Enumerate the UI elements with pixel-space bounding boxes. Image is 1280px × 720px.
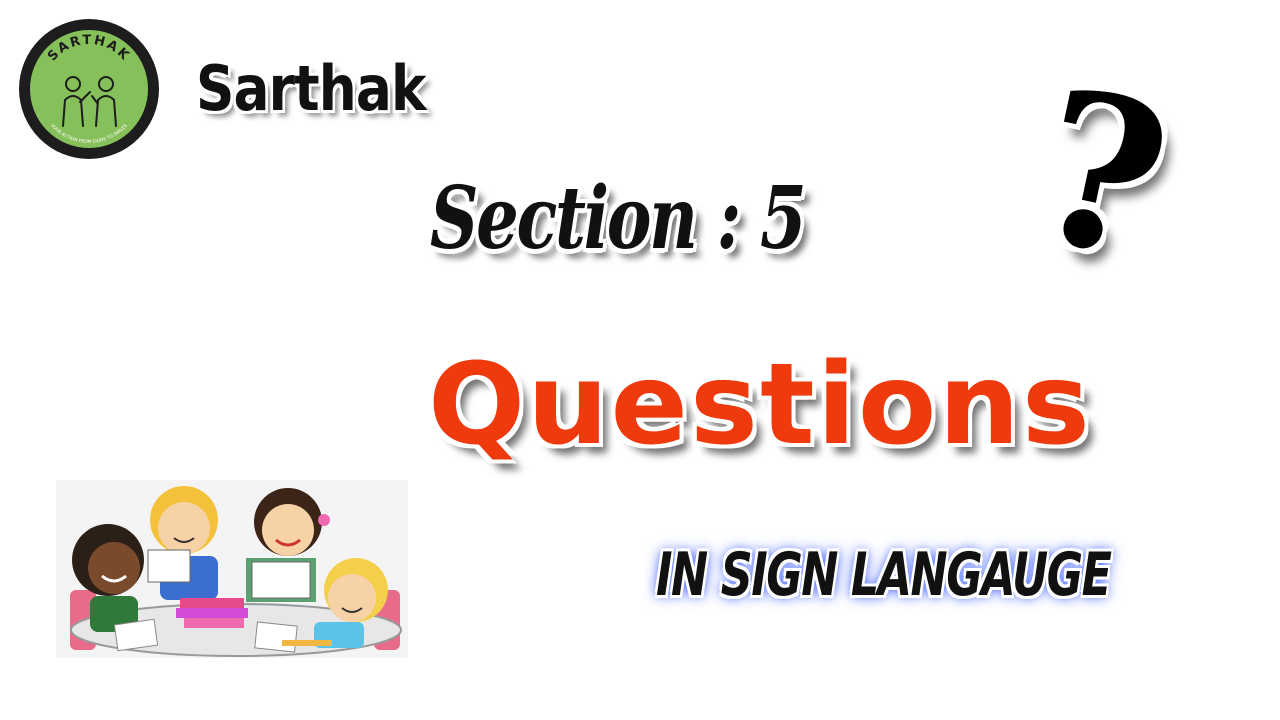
sign-language-subtitle: IN SIGN LANGAUGE [656, 540, 1112, 610]
children-studying-illustration [56, 480, 408, 658]
question-mark-icon: ? [1015, 40, 1188, 309]
section-title: Section : 5 [430, 168, 807, 269]
sarthak-logo: SARTHAK YOUR ACTION FROM SIGNS TO SMILES [19, 19, 159, 159]
brand-name: Sarthak [196, 52, 426, 125]
questions-heading: Questions [428, 340, 1092, 470]
